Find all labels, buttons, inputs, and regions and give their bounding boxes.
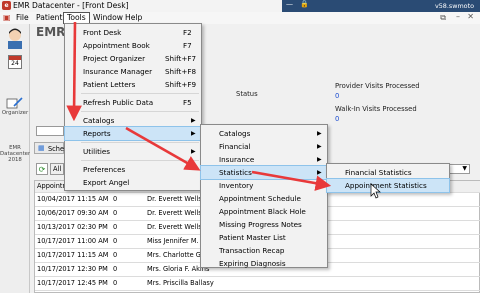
arrow-statistics-to-appointment-statistics [251,170,332,191]
annotation-arrows [66,21,381,199]
arrow-reports-to-statistics [125,126,201,171]
mouse-cursor-icon [370,183,381,199]
arrow-tools-to-reports [66,21,82,122]
